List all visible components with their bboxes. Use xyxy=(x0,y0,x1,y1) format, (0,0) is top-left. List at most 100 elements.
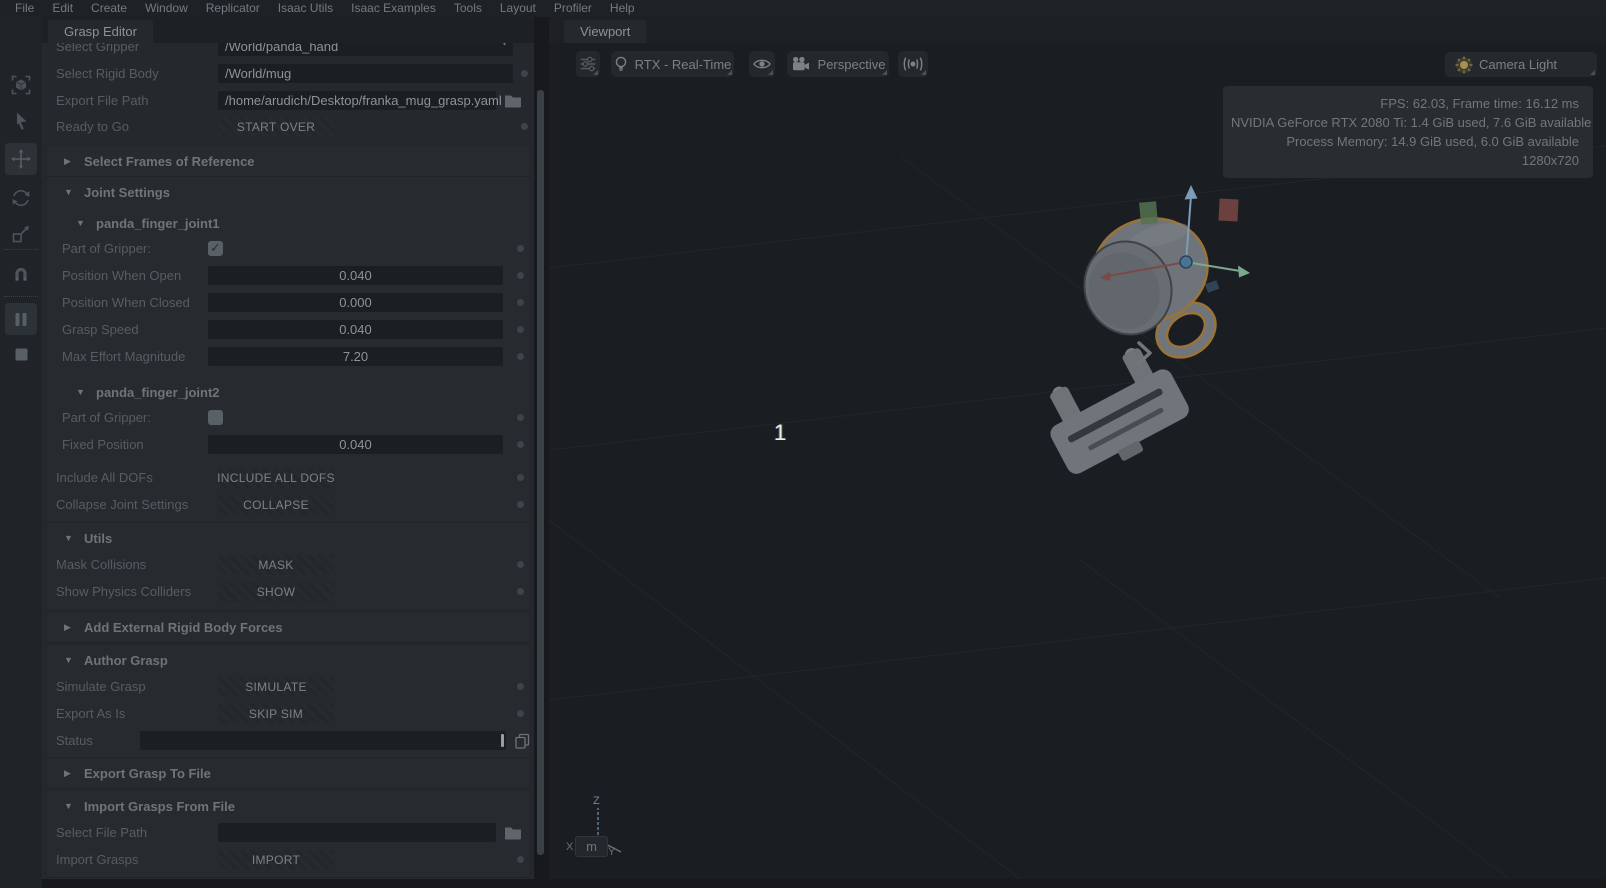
import-grasps-header[interactable]: ▼ Import Grasps From File xyxy=(46,793,530,819)
move-tool-button[interactable] xyxy=(5,143,37,175)
revert-icon[interactable] xyxy=(521,70,528,77)
part-of-gripper-checkbox[interactable] xyxy=(208,410,223,425)
import-button[interactable]: IMPORT xyxy=(218,850,334,870)
revert-icon[interactable] xyxy=(517,588,524,595)
simulate-button[interactable]: SIMULATE xyxy=(218,677,334,697)
frame-handle-red[interactable] xyxy=(1218,199,1238,222)
revert-icon[interactable] xyxy=(517,441,524,448)
rotate-tool-button[interactable] xyxy=(5,182,37,214)
fixed-position-input[interactable]: 0.040 xyxy=(208,435,503,454)
menu-replicator[interactable]: Replicator xyxy=(197,0,269,17)
scale-tool-button[interactable] xyxy=(5,218,37,250)
revert-icon[interactable] xyxy=(517,414,524,421)
select-prim-tool-button[interactable] xyxy=(5,69,37,101)
frame-joint-settings: ▼ Joint Settings ▼ panda_finger_joint1 P… xyxy=(46,177,530,522)
camera-selector-button[interactable]: Perspective xyxy=(787,51,889,77)
visibility-button[interactable] xyxy=(749,51,775,77)
cursor-select-tool-button[interactable] xyxy=(5,105,37,137)
utils-header[interactable]: ▼ Utils xyxy=(46,525,530,551)
panel-scrollbar[interactable] xyxy=(537,90,544,855)
collapsed-triangle-icon: ▶ xyxy=(64,768,74,779)
include-all-dofs-button[interactable]: INCLUDE ALL DOFS xyxy=(218,468,334,488)
grasp-speed-label: Grasp Speed xyxy=(62,322,208,337)
show-button[interactable]: SHOW xyxy=(218,582,334,602)
capture-waypoint-button[interactable] xyxy=(898,51,928,77)
menu-isaac-examples[interactable]: Isaac Examples xyxy=(342,0,445,17)
viewport-settings-button[interactable] xyxy=(576,51,600,77)
frame-marker-1[interactable]: 1 xyxy=(774,420,786,446)
author-grasp-header[interactable]: ▼ Author Grasp xyxy=(46,647,530,673)
revert-icon[interactable] xyxy=(517,299,524,306)
revert-icon[interactable] xyxy=(517,561,524,568)
stop-button[interactable] xyxy=(5,338,37,370)
row-select-gripper: Select Gripper /World/panda_hand ▾ xyxy=(42,43,534,60)
part-of-gripper-checkbox[interactable] xyxy=(208,241,223,256)
export-grasp-header[interactable]: ▶ Export Grasp To File xyxy=(46,760,530,786)
status-field[interactable] xyxy=(140,731,506,750)
expanded-triangle-icon: ▼ xyxy=(64,187,74,197)
row-collapse-joint-settings: Collapse Joint Settings COLLAPSE xyxy=(46,491,530,518)
camera-light-button[interactable]: Camera Light xyxy=(1445,52,1597,77)
menu-file[interactable]: File xyxy=(6,0,43,17)
revert-icon[interactable] xyxy=(517,326,524,333)
pause-button[interactable] xyxy=(5,303,37,335)
axis-z-label: Z xyxy=(593,795,600,807)
select-frames-header[interactable]: ▶ Select Frames of Reference xyxy=(46,148,530,174)
revert-icon[interactable] xyxy=(521,123,528,130)
joint2-header[interactable]: ▼ panda_finger_joint2 xyxy=(46,380,530,404)
row-export-as-is: Export As Is SKIP SIM xyxy=(46,700,530,727)
field-scroll-handle[interactable] xyxy=(501,734,504,747)
position-when-closed-input[interactable]: 0.000 xyxy=(208,293,503,312)
export-file-path-input[interactable]: /home/arudich/Desktop/franka_mug_grasp.y… xyxy=(218,91,496,110)
gripper-model[interactable] xyxy=(1031,337,1197,486)
browse-folder-button[interactable] xyxy=(504,825,522,840)
revert-icon[interactable] xyxy=(517,474,524,481)
menu-edit[interactable]: Edit xyxy=(43,0,82,17)
gizmo-plane-handle[interactable] xyxy=(1205,280,1219,293)
pause-icon xyxy=(10,308,32,330)
renderer-selector-button[interactable]: RTX - Real-Time xyxy=(611,51,734,77)
revert-icon[interactable] xyxy=(517,683,524,690)
menu-isaac-utils[interactable]: Isaac Utils xyxy=(269,0,342,17)
viewport-render-area[interactable]: X Y Z 1 RTX xyxy=(549,43,1606,879)
revert-icon[interactable] xyxy=(517,272,524,279)
skip-sim-button[interactable]: SKIP SIM xyxy=(218,704,334,724)
revert-icon[interactable] xyxy=(517,710,524,717)
select-rigid-body-value: /World/mug xyxy=(218,66,298,81)
menu-window[interactable]: Window xyxy=(136,0,197,17)
select-gripper-dropdown[interactable]: /World/panda_hand ▾ xyxy=(218,43,513,56)
collapse-button[interactable]: COLLAPSE xyxy=(218,495,334,515)
revert-icon[interactable] xyxy=(517,856,524,863)
snap-tool-button[interactable] xyxy=(5,257,37,289)
scene-unit-button[interactable]: m xyxy=(575,836,608,857)
tab-viewport[interactable]: Viewport xyxy=(564,20,646,43)
menu-tools[interactable]: Tools xyxy=(445,0,491,17)
revert-icon[interactable] xyxy=(517,353,524,360)
mask-button[interactable]: MASK xyxy=(218,555,334,575)
joint-settings-header[interactable]: ▼ Joint Settings xyxy=(46,179,530,205)
menu-profiler[interactable]: Profiler xyxy=(545,0,601,17)
mug-model-selected[interactable] xyxy=(1071,205,1220,361)
revert-icon[interactable] xyxy=(517,245,524,252)
position-when-open-input[interactable]: 0.040 xyxy=(208,266,503,285)
menu-layout[interactable]: Layout xyxy=(491,0,545,17)
copy-status-button[interactable] xyxy=(514,733,530,749)
select-rigid-body-input[interactable]: /World/mug xyxy=(218,64,513,83)
grasp-speed-input[interactable]: 0.040 xyxy=(208,320,503,339)
menu-help[interactable]: Help xyxy=(601,0,644,17)
tab-grasp-editor[interactable]: Grasp Editor xyxy=(48,20,153,43)
frame-handle-green[interactable] xyxy=(1139,201,1158,224)
gizmo-center-handle[interactable] xyxy=(1180,256,1192,268)
add-external-forces-header[interactable]: ▶ Add External Rigid Body Forces xyxy=(46,614,530,640)
revert-icon[interactable] xyxy=(517,501,524,508)
start-over-button[interactable]: START OVER xyxy=(218,117,334,137)
row-ready-to-go: Ready to Go START OVER xyxy=(42,113,534,140)
gizmo-y-axis-arrow[interactable] xyxy=(1238,266,1250,278)
folder-icon xyxy=(504,825,522,840)
select-file-path-input[interactable] xyxy=(218,823,496,842)
max-effort-magnitude-input[interactable]: 7.20 xyxy=(208,347,503,366)
menu-create[interactable]: Create xyxy=(82,0,136,17)
frame-title: Export Grasp To File xyxy=(84,766,211,781)
joint1-header[interactable]: ▼ panda_finger_joint1 xyxy=(46,211,530,235)
gizmo-z-axis-arrow[interactable] xyxy=(1185,185,1198,200)
